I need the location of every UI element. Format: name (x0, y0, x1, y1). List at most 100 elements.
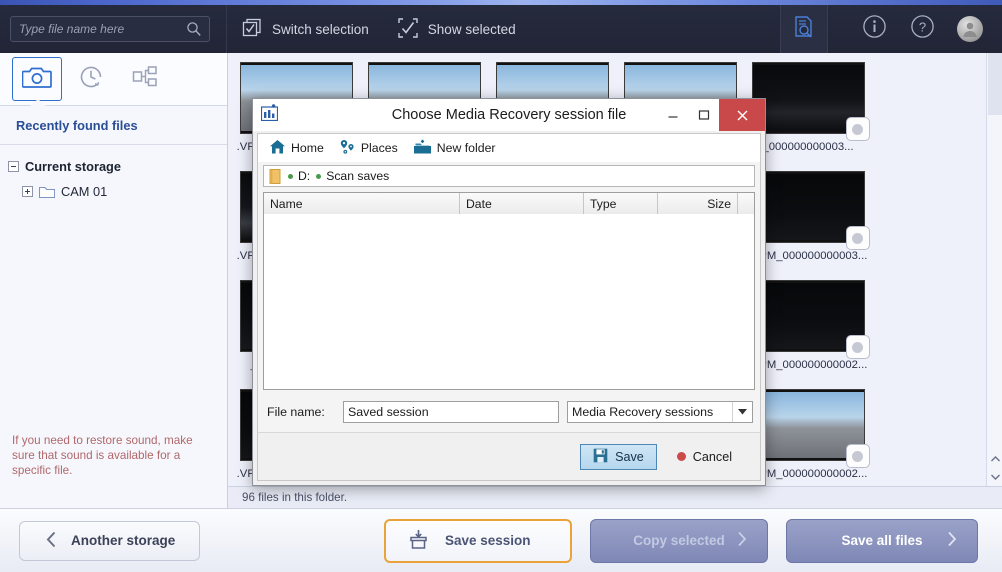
show-selected-label: Show selected (427, 21, 516, 37)
close-button[interactable] (719, 99, 765, 131)
svg-text:?: ? (918, 20, 925, 35)
sound-hint-text: If you need to restore sound, make sure … (12, 434, 193, 477)
breadcrumb-dot-icon (288, 173, 293, 179)
expand-toggle-icon[interactable] (22, 186, 33, 197)
checkbox-dot-icon (852, 232, 863, 244)
archive-down-icon (408, 529, 429, 553)
column-header-size[interactable]: Size (658, 193, 738, 214)
help-button[interactable]: ? (898, 5, 946, 53)
floppy-disk-icon (593, 448, 608, 466)
file-type-select[interactable]: Media Recovery sessions (567, 401, 753, 423)
column-label: Name (270, 196, 303, 211)
sidebar-tab-structure[interactable] (120, 57, 170, 101)
breadcrumb-drive[interactable]: D: (288, 169, 310, 183)
switch-selection-button[interactable]: Switch selection (227, 5, 383, 53)
info-icon (862, 14, 887, 44)
thumbnail-preview[interactable] (751, 168, 870, 250)
dialog-footer: Save Cancel (258, 432, 760, 480)
save-all-files-button[interactable]: Save all files (786, 518, 978, 563)
file-list[interactable] (264, 214, 754, 389)
column-header-name[interactable]: Name (264, 193, 460, 214)
red-dot-icon (676, 452, 686, 461)
folder-icon (38, 185, 56, 199)
chevron-down-icon (732, 402, 752, 422)
sitemap-icon (132, 65, 158, 94)
scroll-down-button[interactable] (987, 468, 1002, 486)
breadcrumb-label: D: (298, 169, 311, 183)
dialog-nav-bar: Home Places New folder (258, 134, 760, 162)
copy-selected-button[interactable]: Copy selected (590, 518, 768, 563)
status-bar: 96 files in this folder. (228, 486, 1002, 508)
thumbnail-caption: _000000000003... (762, 141, 854, 153)
file-name-input[interactable] (343, 401, 559, 423)
scan-results-button[interactable] (780, 5, 828, 53)
thumbnail-preview[interactable] (751, 277, 870, 359)
sidebar-tab-history[interactable] (66, 57, 116, 101)
thumbnail-preview[interactable] (751, 59, 870, 141)
another-storage-label: Another storage (71, 533, 176, 548)
minimize-button[interactable] (657, 99, 688, 131)
file-name-row: File name: Media Recovery sessions (263, 399, 755, 425)
breadcrumb-dot-icon (316, 173, 322, 179)
thumbnail-select-checkbox[interactable] (845, 335, 870, 359)
breadcrumb-folder[interactable]: Scan saves (316, 169, 389, 183)
tree-item-label: Current storage (25, 159, 121, 174)
save-all-files-label: Save all files (841, 533, 923, 548)
show-selected-button[interactable]: Show selected (383, 5, 530, 53)
tree-item-label: CAM 01 (61, 184, 108, 199)
info-button[interactable] (850, 5, 898, 53)
home-label: Home (291, 141, 324, 155)
window-controls (657, 99, 765, 131)
column-header-spacer (738, 193, 754, 214)
question-mark-icon: ? (910, 14, 935, 44)
another-storage-button[interactable]: Another storage (19, 520, 200, 561)
document-search-icon (792, 15, 816, 44)
dialog-cancel-button[interactable]: Cancel (667, 444, 742, 470)
column-header-date[interactable]: Date (460, 193, 584, 214)
dialog-save-button[interactable]: Save (580, 443, 657, 470)
account-button[interactable] (946, 5, 994, 53)
checkbox-dot-icon (852, 123, 863, 135)
copy-selected-label: Copy selected (633, 533, 725, 548)
column-header-type[interactable]: Type (584, 193, 658, 214)
new-folder-button[interactable]: New folder (411, 137, 504, 160)
thumbnail-caption: .VPM_000000000002... (748, 468, 868, 480)
search-box[interactable] (10, 16, 210, 42)
dialog-title-bar[interactable]: Choose Media Recovery session file (253, 99, 765, 131)
sidebar-item-recently-found[interactable]: Recently found files (0, 106, 227, 145)
places-label: Places (360, 141, 398, 155)
thumbnail-scrollbar[interactable] (986, 53, 1002, 486)
column-label: Size (707, 196, 731, 211)
save-session-button[interactable]: Save session (384, 518, 572, 563)
thumbnail-select-checkbox[interactable] (845, 226, 870, 250)
thumbnail-preview[interactable] (751, 386, 870, 468)
chevron-right-icon (737, 531, 747, 551)
scrollbar-thumb[interactable] (988, 53, 1002, 115)
collapse-toggle-icon[interactable] (8, 161, 19, 172)
new-folder-label: New folder (436, 141, 496, 155)
tree-item-cam-01[interactable]: CAM 01 (6, 179, 227, 204)
path-breadcrumb-bar: D: Scan saves (263, 165, 755, 187)
maximize-button[interactable] (688, 99, 719, 131)
thumbnail-select-checkbox[interactable] (845, 117, 870, 141)
scroll-up-button[interactable] (987, 450, 1002, 468)
search-input[interactable] (11, 22, 179, 36)
bottom-action-bar: Another storage Save session Copy select… (0, 508, 1002, 572)
file-list-header: Name Date Type Size (264, 193, 754, 214)
storage-tree: Current storage CAM 01 (0, 145, 227, 204)
path-folder-icon[interactable] (268, 168, 282, 185)
thumbnail-select-checkbox[interactable] (845, 444, 870, 468)
search-icon (186, 21, 202, 42)
top-toolbar: Switch selection Show selected (0, 5, 1002, 53)
tree-item-current-storage[interactable]: Current storage (6, 154, 227, 179)
show-selected-icon (397, 17, 419, 42)
dialog-cancel-label: Cancel (692, 449, 732, 464)
thumbnail-caption: .VPM_000000000003... (748, 250, 868, 262)
checkbox-dot-icon (852, 341, 863, 353)
home-button[interactable]: Home (267, 137, 332, 160)
selected-tab-caret (30, 99, 46, 106)
dialog-body: Home Places New folder D: Scan saves Nam… (257, 133, 761, 481)
sidebar-tab-camera[interactable] (12, 57, 62, 101)
places-button[interactable]: Places (337, 137, 406, 160)
column-label: Type (590, 196, 617, 211)
